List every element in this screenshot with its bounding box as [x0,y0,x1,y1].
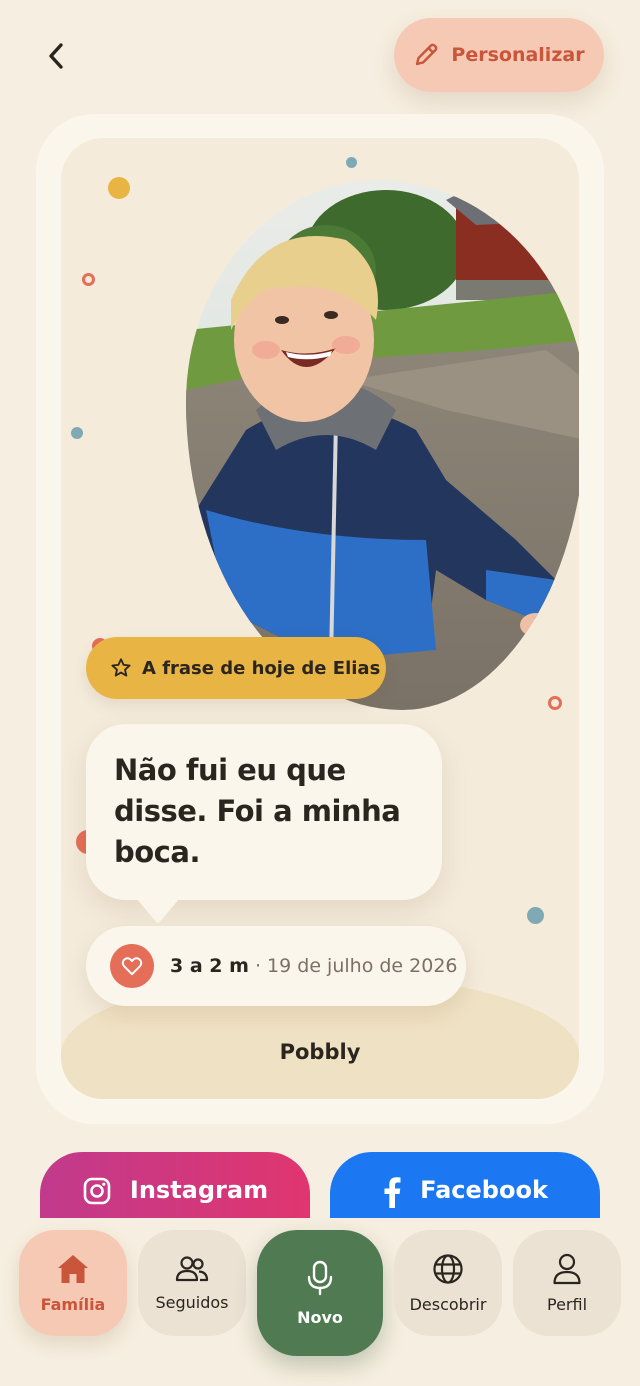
meta-separator: · [254,955,261,977]
nav-label-novo: Novo [297,1307,343,1327]
like-button[interactable] [110,944,154,988]
nav-label-seguidos: Seguidos [155,1292,229,1312]
chevron-left-icon [49,43,63,69]
microphone-icon [307,1260,333,1295]
decor-dot [527,907,544,924]
brand-name: Pobbly [279,1040,361,1064]
decor-dot [346,157,357,168]
phrase-of-the-day-label: A frase de hoje de Elias [86,637,386,699]
bottom-navigation: Família Seguidos Novo Descobrir Perfil [0,1218,640,1386]
phrase-label-text: A frase de hoje de Elias [142,657,381,679]
nav-label-perfil: Perfil [546,1294,588,1314]
nav-item-seguidos[interactable]: Seguidos [138,1230,246,1336]
instagram-icon [83,1177,111,1205]
decor-dot [71,427,83,439]
decor-ring [548,696,562,710]
star-icon [111,658,131,677]
facebook-label: Facebook [420,1176,548,1204]
home-icon [58,1254,88,1283]
quote-date: 19 de julho de 2026 [267,955,458,977]
user-icon [553,1253,581,1284]
heart-icon [121,957,143,976]
pencil-icon [416,43,438,66]
personalize-label: Personalizar [451,44,585,66]
decor-dot [108,177,130,199]
nav-item-novo[interactable]: Novo [257,1230,383,1356]
child-photo [186,180,579,710]
nav-label-descobrir: Descobrir [409,1294,487,1314]
instagram-label: Instagram [129,1176,269,1204]
nav-item-familia[interactable]: Família [19,1230,127,1336]
quote-meta: 3 a 2 m · 19 de julho de 2026 [86,926,466,1006]
nav-item-perfil[interactable]: Perfil [513,1230,621,1336]
quote-bubble: Não fui eu que disse. Foi a minha boca. [86,724,442,900]
nav-label-familia: Família [40,1294,106,1314]
personalize-button[interactable]: Personalizar [394,18,604,92]
facebook-icon [384,1177,401,1208]
quote-text: Não fui eu que disse. Foi a minha boca. [114,753,401,869]
nav-item-descobrir[interactable]: Descobrir [394,1230,502,1336]
quote-bubble-tail [136,898,180,924]
back-button[interactable] [32,34,80,78]
brand-logo: Pobbly [0,1040,640,1064]
child-age: 3 a 2 m [170,955,249,977]
globe-icon [433,1253,463,1284]
users-icon [175,1255,209,1281]
decor-ring [82,273,95,286]
